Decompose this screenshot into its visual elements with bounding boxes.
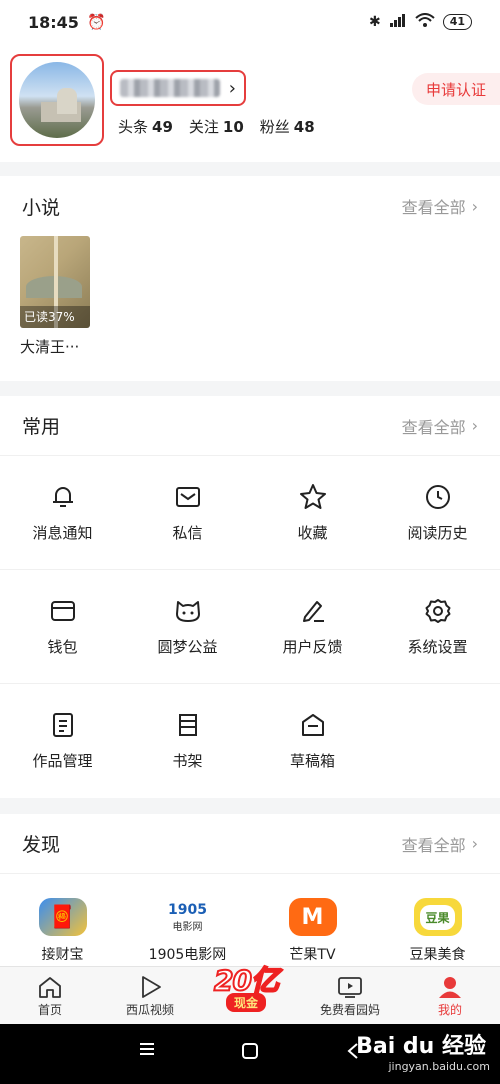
avatar[interactable] bbox=[19, 62, 95, 138]
book-cover[interactable]: 已读37% bbox=[20, 236, 90, 328]
discover-apps: 🧧 接财宝 1905 电影网 1905电影网 M 芒果TV 豆果 豆果美食 bbox=[0, 874, 500, 964]
charity-icon bbox=[173, 596, 203, 626]
common-item-drafts[interactable]: 草稿箱 bbox=[250, 684, 375, 798]
tab-free-watch[interactable]: 免费看园妈 bbox=[300, 967, 400, 1024]
bell-icon bbox=[48, 482, 78, 512]
common-row-3: 作品管理 书架 草稿箱 bbox=[0, 684, 500, 798]
common-row-1: 消息通知 私信 收藏 阅读历史 bbox=[0, 456, 500, 570]
common-item-notifications[interactable]: 消息通知 bbox=[0, 456, 125, 569]
discover-section: 发现 查看全部 › 🧧 接财宝 1905 电影网 1905电影网 M 芒果TV 豆… bbox=[0, 814, 500, 966]
novel-section: 小说 查看全部 › 已读37% 大清王··· bbox=[0, 176, 500, 381]
wallet-icon bbox=[48, 596, 78, 626]
promo-cash-button[interactable]: 20亿 现金 bbox=[200, 963, 300, 1024]
avatar-highlight[interactable] bbox=[10, 54, 104, 146]
menu-icon[interactable] bbox=[138, 1040, 156, 1062]
signal-icon bbox=[389, 13, 407, 31]
discover-app-douguo[interactable]: 豆果 豆果美食 bbox=[375, 874, 500, 964]
star-icon bbox=[298, 482, 328, 512]
common-item-works[interactable]: 作品管理 bbox=[0, 684, 125, 798]
view-all-button[interactable]: 查看全部 › bbox=[402, 414, 478, 438]
common-section-header: 常用 查看全部 › bbox=[0, 396, 500, 456]
wifi-icon bbox=[415, 13, 435, 31]
drafts-icon bbox=[298, 710, 328, 740]
novel-card[interactable]: 已读37% 大清王··· bbox=[20, 236, 90, 357]
username-blurred bbox=[120, 79, 220, 97]
stat-following[interactable]: 关注 10 bbox=[189, 116, 244, 137]
tab-home[interactable]: 首页 bbox=[0, 967, 100, 1024]
status-time: 18:45 bbox=[28, 12, 79, 32]
username-highlight[interactable]: › bbox=[110, 70, 246, 106]
watermark-url: jingyan.baidu.com bbox=[388, 1060, 490, 1073]
profile-stats: 头条 49 关注 10 粉丝 48 bbox=[118, 116, 315, 137]
bottom-tab-bar: 首页 西瓜视频 20亿 现金 免费看园妈 我的 bbox=[0, 963, 500, 1024]
system-nav-bar: Bai du 经验 jingyan.baidu.com bbox=[0, 1024, 500, 1084]
chevron-right-icon: › bbox=[471, 416, 478, 435]
feedback-icon bbox=[298, 596, 328, 626]
novel-section-header: 小说 查看全部 › bbox=[0, 176, 500, 236]
gear-icon bbox=[423, 596, 453, 626]
common-row-2: 钱包 圆梦公益 用户反馈 系统设置 bbox=[0, 570, 500, 684]
caishen-app-icon: 🧧 bbox=[38, 898, 87, 936]
mail-icon bbox=[173, 482, 203, 512]
stat-fans[interactable]: 粉丝 48 bbox=[260, 116, 315, 137]
view-all-button[interactable]: 查看全部 › bbox=[402, 832, 478, 856]
douguo-app-icon: 豆果 bbox=[413, 898, 462, 936]
discover-section-header: 发现 查看全部 › bbox=[0, 814, 500, 874]
common-item-charity[interactable]: 圆梦公益 bbox=[125, 570, 250, 683]
tab-mine[interactable]: 我的 bbox=[400, 967, 500, 1024]
user-icon bbox=[438, 973, 462, 1001]
home-nav-icon[interactable] bbox=[241, 1042, 259, 1064]
section-title: 发现 bbox=[22, 834, 61, 856]
read-progress: 已读37% bbox=[20, 306, 90, 328]
bluetooth-icon: ✱ bbox=[368, 14, 381, 30]
bookshelf-icon bbox=[173, 710, 203, 740]
common-item-favorites[interactable]: 收藏 bbox=[250, 456, 375, 569]
tv-icon bbox=[337, 973, 363, 1001]
common-item-wallet[interactable]: 钱包 bbox=[0, 570, 125, 683]
tab-xigua-video[interactable]: 西瓜视频 bbox=[100, 967, 200, 1024]
works-icon bbox=[48, 710, 78, 740]
chevron-right-icon: › bbox=[228, 77, 236, 99]
mango-tv-app-icon: M bbox=[288, 898, 337, 936]
promo-cash-label: 现金 bbox=[226, 993, 267, 1012]
common-item-feedback[interactable]: 用户反馈 bbox=[250, 570, 375, 683]
home-icon bbox=[37, 973, 63, 1001]
book-title: 大清王··· bbox=[20, 338, 80, 356]
section-title: 常用 bbox=[22, 416, 61, 438]
status-bar: 18:45 ⏰ ✱ 41 bbox=[0, 0, 500, 44]
1905-app-icon: 1905 电影网 bbox=[163, 898, 212, 936]
profile-header: › 头条 49 关注 10 粉丝 48 申请认证 bbox=[0, 44, 500, 162]
common-item-bookshelf[interactable]: 书架 bbox=[125, 684, 250, 798]
alarm-icon: ⏰ bbox=[86, 13, 106, 31]
apply-verification-button[interactable]: 申请认证 bbox=[411, 73, 500, 105]
common-section: 常用 查看全部 › 消息通知 私信 收藏 阅读历史 钱包 圆梦公益 用户反馈 系… bbox=[0, 396, 500, 798]
play-icon bbox=[138, 973, 162, 1001]
status-icons: ✱ 41 bbox=[369, 13, 472, 31]
clock-icon bbox=[423, 482, 453, 512]
stat-toutiao[interactable]: 头条 49 bbox=[118, 116, 173, 137]
discover-app-mango[interactable]: M 芒果TV bbox=[250, 874, 375, 964]
chevron-right-icon: › bbox=[471, 834, 478, 853]
common-item-settings[interactable]: 系统设置 bbox=[375, 570, 500, 683]
section-title: 小说 bbox=[22, 196, 61, 219]
discover-app-1905[interactable]: 1905 电影网 1905电影网 bbox=[125, 874, 250, 964]
chevron-right-icon: › bbox=[471, 196, 478, 216]
common-item-history[interactable]: 阅读历史 bbox=[375, 456, 500, 569]
view-all-button[interactable]: 查看全部 › bbox=[402, 194, 478, 218]
battery-icon: 41 bbox=[442, 14, 472, 30]
discover-app-caishen[interactable]: 🧧 接财宝 bbox=[0, 874, 125, 964]
baidu-jingyan-watermark: Bai du 经验 bbox=[356, 1034, 486, 1059]
common-item-messages[interactable]: 私信 bbox=[125, 456, 250, 569]
